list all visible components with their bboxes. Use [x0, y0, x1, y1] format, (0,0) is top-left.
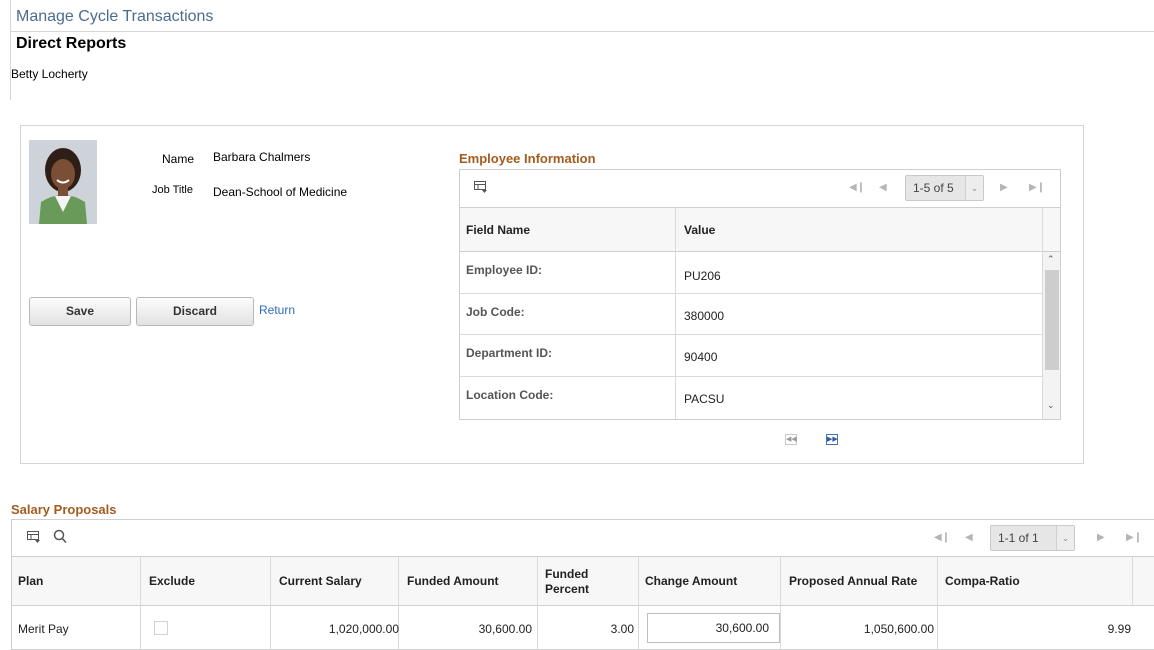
- field-value: 90400: [684, 350, 718, 364]
- pager-range: 1-5 of 5: [913, 181, 954, 195]
- funded-percent-cell: 3.00: [538, 622, 634, 636]
- scroll-thumb[interactable]: [1045, 270, 1059, 370]
- fast-forward-icon[interactable]: ▶▶: [826, 434, 838, 445]
- rewind-icon[interactable]: ◀◀: [785, 434, 797, 445]
- salary-proposals-grid: ◀❙ ◀ 1-1 of 1 ⌄ ▶ ▶❙ Plan Exclude Curren…: [11, 519, 1154, 650]
- column-divider: [675, 294, 676, 335]
- search-icon[interactable]: [53, 529, 67, 549]
- column-divider: [638, 557, 639, 606]
- column-divider: [675, 208, 676, 252]
- scroll-down-icon[interactable]: ⌄: [1047, 400, 1055, 411]
- employee-info-title: Employee Information: [459, 151, 596, 166]
- field-value: 380000: [684, 309, 725, 323]
- exclude-checkbox[interactable]: [154, 621, 168, 635]
- column-header-change-amount: Change Amount: [645, 574, 738, 588]
- previous-page-icon[interactable]: ◀: [879, 182, 887, 193]
- employee-info-toolbar: ◀❙ ◀ 1-5 of 5 ⌄ ▶ ▶❙: [460, 170, 1060, 208]
- salary-header-row: Plan Exclude Current Salary Funded Amoun…: [12, 557, 1154, 606]
- proposed-annual-rate-cell: 1,050,600.00: [781, 622, 934, 636]
- save-button[interactable]: Save: [29, 297, 131, 326]
- funded-percent-value: 3.00: [610, 622, 634, 636]
- column-divider: [140, 606, 141, 650]
- pager-range: 1-1 of 1: [998, 531, 1039, 545]
- vertical-scrollbar[interactable]: ⌃ ⌄: [1042, 252, 1060, 419]
- column-divider: [398, 557, 399, 606]
- column-header-field-name: Field Name: [466, 223, 531, 237]
- pager-select[interactable]: 1-1 of 1 ⌄: [990, 525, 1075, 551]
- salary-proposals-toolbar: ◀❙ ◀ 1-1 of 1 ⌄ ▶ ▶❙: [12, 520, 1154, 557]
- salary-proposals-title: Salary Proposals: [11, 502, 117, 517]
- column-header-proposed-annual-rate: Proposed Annual Rate: [789, 574, 918, 588]
- funded-amount-cell: 30,600.00: [399, 622, 532, 636]
- field-name: Location Code:: [466, 388, 554, 402]
- column-header-funded-percent: Funded Percent: [545, 567, 590, 596]
- column-divider: [675, 335, 676, 377]
- column-divider: [937, 557, 938, 606]
- table-row: Job Code: 380000: [460, 294, 1042, 335]
- field-value: PACSU: [684, 392, 725, 406]
- first-page-icon[interactable]: ◀❙: [934, 532, 950, 543]
- left-border: [10, 0, 11, 100]
- funded-amount-value: 30,600.00: [478, 622, 532, 636]
- field-value: PU206: [684, 269, 721, 283]
- chevron-down-icon: ⌄: [965, 176, 983, 200]
- chevron-down-icon: ⌄: [1056, 526, 1074, 550]
- plan-cell: Merit Pay: [18, 622, 69, 636]
- table-row: Location Code: PACSU: [460, 377, 1042, 419]
- table-row: Employee ID: PU206: [460, 252, 1042, 294]
- personalize-icon[interactable]: [27, 531, 41, 549]
- column-divider: [1042, 208, 1043, 252]
- column-divider: [780, 557, 781, 606]
- first-page-icon[interactable]: ◀❙: [849, 182, 865, 193]
- current-salary-value: 1,020,000.00: [328, 622, 399, 636]
- column-divider: [675, 252, 676, 294]
- field-name: Employee ID:: [466, 263, 543, 277]
- employee-info-grid: ◀❙ ◀ 1-5 of 5 ⌄ ▶ ▶❙ Field Name Value Em…: [459, 169, 1061, 420]
- title-divider: [10, 31, 1154, 32]
- column-header-exclude: Exclude: [149, 574, 196, 588]
- column-divider: [537, 557, 538, 606]
- pager-select[interactable]: 1-5 of 5 ⌄: [905, 175, 984, 201]
- column-divider: [1132, 557, 1133, 606]
- last-page-icon[interactable]: ▶❙: [1126, 532, 1142, 543]
- column-header-funded-amount: Funded Amount: [407, 574, 499, 588]
- column-divider: [270, 557, 271, 606]
- scroll-up-icon[interactable]: ⌃: [1047, 254, 1055, 265]
- section-title: Direct Reports: [16, 35, 127, 52]
- proposed-annual-rate-value: 1,050,600.00: [863, 622, 934, 636]
- column-divider: [675, 377, 676, 419]
- change-amount-input[interactable]: 30,600.00: [647, 613, 780, 643]
- compa-ratio-value: 9.99: [1107, 622, 1131, 636]
- column-divider: [638, 606, 639, 650]
- table-row: Merit Pay 1,020,000.00 30,600.00 3.00 30…: [12, 606, 1154, 650]
- last-page-icon[interactable]: ▶❙: [1029, 182, 1045, 193]
- column-header-current-salary: Current Salary: [279, 574, 362, 588]
- column-header-value: Value: [684, 223, 716, 237]
- compa-ratio-cell: 9.99: [938, 622, 1131, 636]
- manager-name: Betty Locherty: [11, 67, 88, 81]
- job-title-value: Dean-School of Medicine: [213, 185, 348, 199]
- return-link[interactable]: Return: [259, 303, 295, 317]
- job-title-label: Job Title: [152, 184, 193, 196]
- employee-info-header-row: Field Name Value: [460, 208, 1060, 252]
- field-name: Department ID:: [466, 346, 553, 360]
- employee-photo: [29, 140, 97, 224]
- column-header-compa-ratio: Compa-Ratio: [945, 574, 1020, 588]
- column-divider: [140, 557, 141, 606]
- page-title: Manage Cycle Transactions: [16, 8, 214, 25]
- next-page-icon[interactable]: ▶: [1000, 182, 1008, 193]
- discard-button[interactable]: Discard: [136, 297, 254, 326]
- name-label: Name: [162, 152, 195, 166]
- next-page-icon[interactable]: ▶: [1097, 532, 1105, 543]
- personalize-icon[interactable]: [474, 181, 488, 199]
- column-header-plan: Plan: [18, 574, 44, 588]
- table-row: Department ID: 90400: [460, 335, 1042, 377]
- employee-name: Barbara Chalmers: [213, 150, 311, 164]
- field-name: Job Code:: [466, 305, 525, 319]
- current-salary-cell: 1,020,000.00: [271, 622, 399, 636]
- previous-page-icon[interactable]: ◀: [965, 532, 973, 543]
